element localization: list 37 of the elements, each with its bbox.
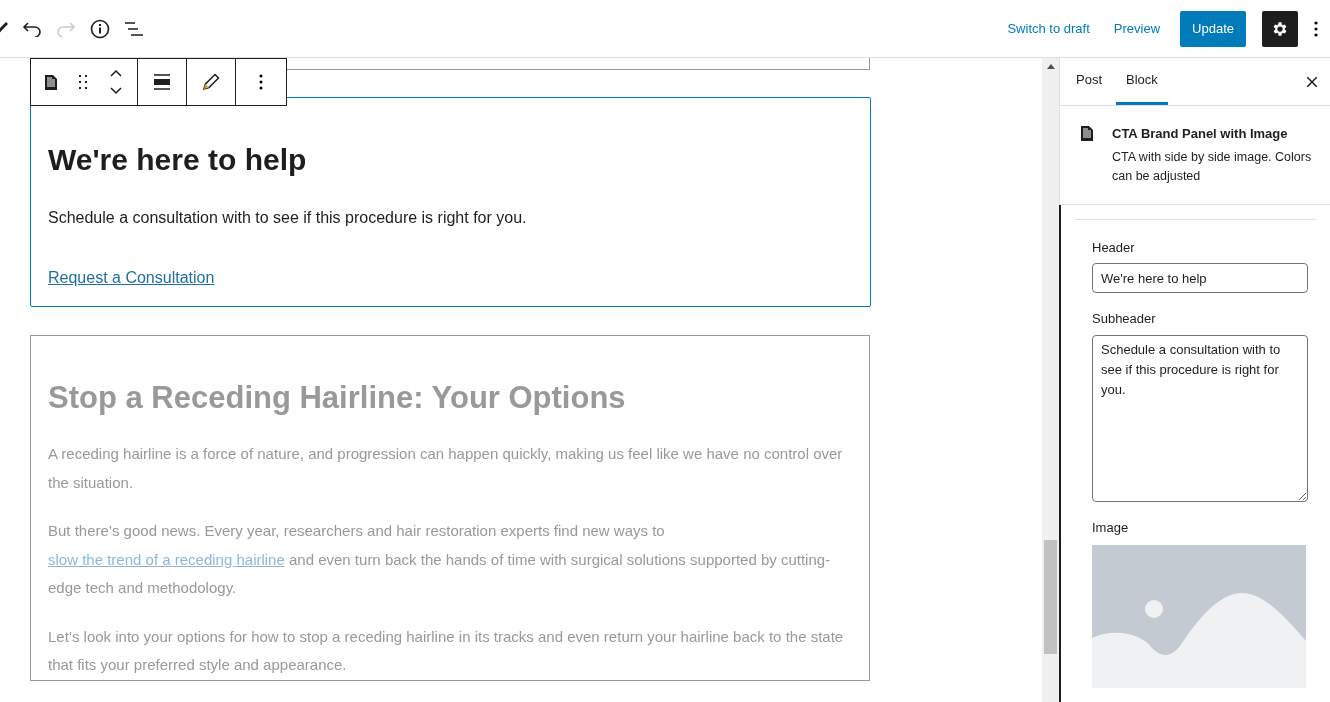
consultation-link[interactable]: Request a Consultation — [48, 266, 215, 290]
content-paragraph: Let’s look into your options for how to stop a receding hairline in its tracks and even return your hairline back to the state that fits your preferred style and appearance. — [48, 626, 845, 675]
scrollbar-thumb[interactable] — [1044, 540, 1057, 654]
more-vertical-icon[interactable] — [259, 74, 263, 90]
list-view-icon[interactable] — [124, 20, 144, 37]
block-description: CTA with side by side image. Colors can be adjusted — [1112, 148, 1313, 185]
toolbar-link[interactable]: Switch to draft — [999, 10, 1098, 47]
content-paragraph: But there’s good news. Every year, researchers and hair restoration experts find new ways to slow the trend of a receding hairline and even turn back the hands of time with surgical solutions supported by cutting-edge tech and methodology. — [48, 521, 832, 598]
subheader-field[interactable]: Schedule a consultation with to see if this procedure is right for you. — [1092, 334, 1308, 502]
drag-handle-icon[interactable] — [79, 75, 87, 89]
content-heading: Stop a Receding Hairline: Your Options — [48, 379, 627, 417]
settings-button[interactable] — [1262, 10, 1298, 47]
field-label: Subheader — [1092, 310, 1157, 328]
pencil-icon[interactable] — [200, 71, 222, 93]
info-icon[interactable] — [90, 18, 110, 39]
scroll-up-icon[interactable] — [1046, 64, 1055, 69]
content-paragraph: A receding hairline is a force of nature, and progression can happen quickly, making us feel like we have no control over the situation. — [48, 444, 844, 493]
more-vertical-icon[interactable] — [1314, 20, 1318, 37]
undo-icon[interactable] — [22, 20, 42, 37]
block-title: CTA Brand Panel with Image — [1112, 125, 1289, 143]
settings-icon — [1271, 19, 1289, 38]
header-field[interactable]: We're here to help — [1092, 263, 1308, 293]
sidebar-tab[interactable]: Block — [1116, 58, 1168, 105]
field-label: Header — [1092, 238, 1136, 257]
sidebar-tab[interactable]: Post — [1066, 58, 1112, 105]
selected-block[interactable]: We're here to help Schedule a consultation with to see if this procedure is right for you. Request a Consultation — [30, 97, 871, 307]
document-icon — [45, 74, 57, 90]
block-icon — [1081, 126, 1093, 141]
block-heading: We're here to help — [48, 142, 308, 178]
toolbar-link[interactable]: Preview — [1105, 10, 1169, 47]
field-label: Image — [1092, 518, 1130, 537]
close-icon[interactable] — [1307, 76, 1317, 87]
align-full-icon[interactable] — [154, 74, 170, 90]
block-text: Schedule a consultation with to see if this procedure is right for you. — [48, 208, 528, 228]
move-arrows-icon[interactable] — [109, 69, 123, 95]
update-button[interactable]: Update — [1180, 10, 1246, 47]
scrollbar[interactable] — [1042, 58, 1059, 702]
